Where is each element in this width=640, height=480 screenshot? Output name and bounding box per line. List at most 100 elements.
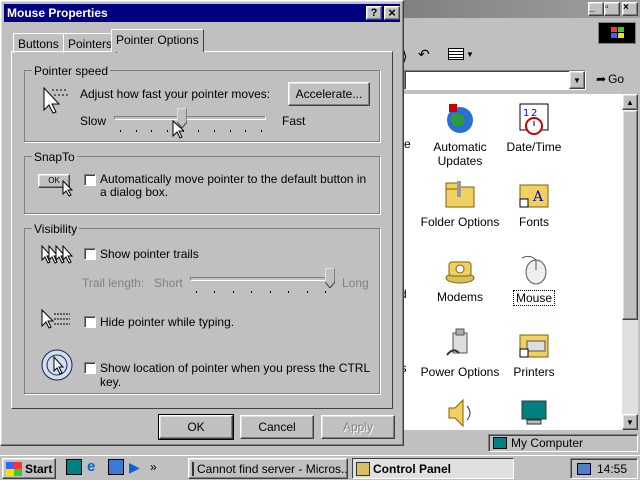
pointer-trails-label[interactable]: Show pointer trails [100, 247, 199, 261]
apply-button[interactable]: Apply [321, 415, 395, 439]
cp-item-label: Mouse [512, 290, 556, 306]
power-icon [443, 327, 477, 361]
internet-explorer-icon[interactable]: e [87, 459, 103, 475]
mouse-cursor-icon [172, 119, 186, 143]
svg-text:1: 1 [523, 108, 529, 119]
hide-pointer-icon [40, 308, 74, 332]
desktop-icon[interactable] [66, 459, 82, 475]
minimize-button[interactable]: _ [588, 2, 604, 16]
help-button[interactable]: ? [366, 6, 382, 20]
monitor-icon[interactable] [517, 398, 551, 428]
control-panel-titlebar: _ ▫ × [400, 0, 640, 18]
views-dropdown-icon[interactable]: ▼ [466, 50, 474, 59]
cp-item-label: Modems [436, 290, 483, 304]
outlook-icon[interactable] [108, 459, 124, 475]
cp-item-date-time[interactable]: 12 Date/Time [494, 102, 574, 154]
cancel-button[interactable]: Cancel [240, 415, 314, 439]
globe-icon [443, 102, 477, 136]
scroll-thumb[interactable] [622, 110, 638, 320]
quicklaunch-more[interactable]: » [150, 460, 157, 474]
address-field[interactable]: ▼ [404, 70, 586, 90]
slow-label: Slow [80, 114, 107, 128]
hide-pointer-label[interactable]: Hide pointer while typing. [100, 315, 234, 329]
trail-slider-ticks [196, 291, 326, 295]
taskbar: Start e ▶ » Cannot find server - Micros.… [0, 455, 640, 480]
windows-flag-icon [6, 461, 22, 476]
start-button[interactable]: Start [2, 458, 56, 479]
tab-panel: Pointer speed Adjust how fast your point… [11, 51, 393, 409]
snapto-icon: OK [38, 174, 76, 200]
cp-item-power-options[interactable]: Power Options [420, 327, 500, 379]
visibility-label: Visibility [32, 222, 80, 236]
ctrl-locate-label[interactable]: Show location of pointer when you press … [100, 361, 392, 389]
cp-item-label: Printers [513, 365, 555, 379]
task-button-control-panel[interactable]: Control Panel [352, 458, 514, 479]
cp-item-label: Power Options [420, 365, 500, 379]
cp-item-label: Date/Time [506, 140, 562, 154]
tab-pointer-options[interactable]: Pointer Options [111, 29, 204, 52]
quicklaunch: e ▶ » [66, 459, 157, 475]
pointer-trails-icon [40, 244, 74, 270]
snapto-label: SnapTo [32, 150, 77, 164]
cp-item-automatic-updates[interactable]: Automatic Updates [420, 102, 500, 168]
mouse-icon [517, 252, 551, 286]
dialog-titlebar: Mouse Properties ? × [4, 4, 400, 22]
trail-length-label: Trail length: [82, 276, 145, 290]
cp-item-label: Folder Options [420, 215, 500, 229]
cp-item-fonts[interactable]: A Fonts [494, 177, 574, 229]
pointer-speed-icon [40, 86, 70, 120]
status-bar: My Computer [488, 434, 638, 452]
trail-slider-thumb [324, 267, 336, 289]
system-tray: 14:55 [570, 458, 638, 479]
maximize-button[interactable]: ▫ [604, 2, 620, 16]
tab-buttons[interactable]: Buttons [13, 33, 64, 53]
address-dropdown-button[interactable]: ▼ [569, 71, 585, 89]
cp-item-mouse[interactable]: Mouse [494, 252, 574, 306]
windows-logo-icon [598, 22, 636, 44]
trail-long-label: Long [342, 276, 369, 290]
status-text: My Computer [511, 436, 584, 450]
folder-icon [443, 177, 477, 211]
ok-button[interactable]: OK [158, 414, 234, 440]
speed-slider-ticks [120, 130, 262, 134]
pointer-trails-checkbox[interactable] [84, 248, 96, 260]
undo-icon[interactable]: ↶ [418, 46, 430, 63]
cp-item-modems[interactable]: Modems [420, 252, 500, 304]
close-button[interactable]: × [384, 6, 400, 20]
accelerate-button[interactable]: Accelerate... [288, 82, 370, 106]
snapto-checkbox[interactable] [84, 174, 96, 186]
task-label: Control Panel [373, 461, 452, 476]
control-panel-toolbar: ⟩ ↶ ▼ [400, 20, 640, 66]
pointer-speed-label: Pointer speed [32, 64, 111, 78]
cp-item-label: Fonts [518, 215, 549, 229]
trail-short-label: Short [154, 276, 183, 290]
scroll-down-button[interactable]: ▼ [622, 414, 638, 430]
cp-item-folder-options[interactable]: Folder Options [420, 177, 500, 229]
trail-slider-track[interactable] [190, 277, 330, 281]
go-button[interactable]: ➦ Go [596, 72, 624, 86]
vertical-scrollbar[interactable]: ▲ ▼ [622, 94, 638, 430]
printer-folder-icon [517, 327, 551, 361]
ie-page-icon [192, 461, 194, 476]
computer-icon [493, 437, 507, 449]
cp-item-printers[interactable]: Printers [494, 327, 574, 379]
snapto-checkbox-label[interactable]: Automatically move pointer to the defaul… [100, 173, 368, 199]
control-panel-icon [356, 461, 370, 476]
speaker-icon[interactable] [443, 398, 477, 428]
task-button-browser[interactable]: Cannot find server - Micros... [188, 458, 348, 479]
calendar-icon: 12 [517, 102, 551, 136]
close-button[interactable]: × [622, 2, 638, 16]
hide-pointer-checkbox[interactable] [84, 316, 96, 328]
svg-text:A: A [532, 189, 544, 205]
ctrl-locate-checkbox[interactable] [84, 362, 96, 374]
clock[interactable]: 14:55 [597, 462, 627, 476]
fonts-folder-icon: A [517, 177, 551, 211]
network-icon[interactable] [577, 462, 591, 475]
tab-pointers[interactable]: Pointers [63, 33, 118, 53]
media-player-icon[interactable]: ▶ [129, 459, 145, 475]
views-icon[interactable] [448, 48, 464, 60]
speed-slider-track[interactable] [114, 116, 266, 120]
ctrl-locate-icon [40, 348, 74, 382]
cp-item-label: Automatic Updates [433, 140, 487, 168]
scroll-up-button[interactable]: ▲ [622, 94, 638, 110]
